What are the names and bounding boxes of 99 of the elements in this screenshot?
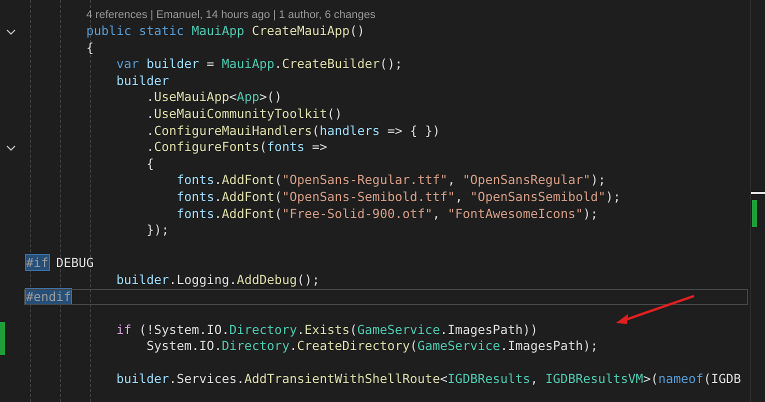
fold-chevron-icon[interactable] xyxy=(6,145,16,152)
type-name: App xyxy=(236,89,260,104)
method-name: AddTransientWithShellRoute xyxy=(244,371,440,386)
type-name: Directory xyxy=(222,338,290,354)
vertical-scrollbar[interactable] xyxy=(750,0,765,402)
code-text: ); xyxy=(606,188,621,204)
code-text: (!System.IO. xyxy=(138,322,230,337)
code-text: (); xyxy=(380,56,402,72)
code-text: }); xyxy=(146,222,170,238)
type-name: GameService xyxy=(417,338,500,354)
code-text: DEBUG xyxy=(55,255,94,270)
code-text: . xyxy=(214,206,222,221)
code-text: . xyxy=(229,272,237,287)
method-name: UseMauiApp xyxy=(154,89,230,104)
code-text: < xyxy=(440,371,448,386)
method-name: ConfigureMauiHandlers xyxy=(154,122,312,138)
code-text: , xyxy=(455,188,464,204)
codelens-link[interactable]: Emanuel, 14 hours ago xyxy=(156,9,270,21)
codelens-link[interactable]: 4 references xyxy=(86,9,148,21)
code-text: ); xyxy=(583,206,598,221)
method-name: CreateDirectory xyxy=(297,338,410,354)
code-text: < xyxy=(229,89,237,104)
code-text: => xyxy=(311,139,328,154)
code-text: , xyxy=(432,206,442,221)
string-literal: "FontAwesomeIcons" xyxy=(448,206,584,221)
variable-name: builder xyxy=(116,72,170,88)
code-text: . xyxy=(146,122,154,138)
code-text: System.IO. xyxy=(146,338,222,354)
code-text: () xyxy=(350,23,365,38)
variable-name: handlers xyxy=(320,122,380,138)
code-text: Logging xyxy=(176,272,230,287)
code-text: . xyxy=(146,89,154,104)
fold-chevron-icon[interactable] xyxy=(6,29,16,35)
code-text: ( xyxy=(274,188,282,204)
code-text: . xyxy=(289,338,297,354)
control-keyword: if xyxy=(116,322,132,337)
code-text: . xyxy=(146,106,154,121)
type-name: IGDBResultsVM xyxy=(545,371,644,386)
code-text: .Services. xyxy=(169,371,244,386)
code-text: . xyxy=(274,56,282,72)
string-literal: "OpenSansRegular" xyxy=(462,172,591,188)
method-name: AddDebug xyxy=(236,272,298,287)
variable-name: builder xyxy=(146,56,200,72)
code-text: => { }) xyxy=(386,122,440,138)
method-name: ConfigureFonts xyxy=(154,139,260,154)
code-text: ( xyxy=(312,122,320,138)
method-name: AddFont xyxy=(222,172,274,188)
keyword: var xyxy=(116,56,140,72)
preprocessor-directive: #endif xyxy=(26,288,72,304)
variable-name: builder xyxy=(116,371,170,386)
code-text: . xyxy=(169,272,177,287)
code-text: . xyxy=(146,139,154,154)
codelens-separator: | xyxy=(273,9,276,21)
method-name: Exists xyxy=(304,322,350,337)
code-text: . xyxy=(296,322,305,337)
method-name: AddFont xyxy=(222,206,274,221)
type-name: MauiApp xyxy=(222,56,274,72)
string-literal: "OpenSansSemibold" xyxy=(470,188,606,204)
codelens-separator: | xyxy=(150,9,154,21)
code-text: >( xyxy=(643,371,658,386)
code-text: ( xyxy=(259,139,267,154)
code-text: ); xyxy=(590,172,606,188)
preprocessor-directive: #if xyxy=(26,255,49,270)
variable-name: fonts xyxy=(176,206,214,221)
code-text: .ImagesPath)) xyxy=(440,322,538,337)
code-text: . xyxy=(214,172,222,188)
code-text: (IGDB xyxy=(703,371,742,386)
code-text: { xyxy=(146,156,154,171)
code-text: { xyxy=(86,40,94,55)
method-name: UseMauiCommunityToolkit xyxy=(154,106,328,121)
method-name: AddFont xyxy=(222,188,274,204)
code-text: ( xyxy=(350,322,358,337)
type-name: IGDBResults xyxy=(448,371,530,386)
code-text: ( xyxy=(410,338,418,354)
type-name: GameService xyxy=(357,322,440,337)
code-text: , xyxy=(530,371,539,386)
code-text: ( xyxy=(274,206,282,221)
code-text: = xyxy=(206,56,216,72)
code-text: .ImagesPath); xyxy=(500,338,598,354)
keyword: nameof xyxy=(658,371,704,386)
variable-name: fonts xyxy=(176,188,214,204)
method-name: CreateMauiApp xyxy=(252,23,350,38)
string-literal: "OpenSans-Semibold.ttf" xyxy=(282,188,456,204)
type-name: MauiApp xyxy=(192,23,246,38)
code-text: (); xyxy=(297,272,320,287)
string-literal: "Free-Solid-900.otf" xyxy=(282,206,432,221)
variable-name: builder xyxy=(116,272,170,287)
type-name: Directory xyxy=(229,322,297,337)
code-text: ( xyxy=(274,172,282,188)
variable-name: fonts xyxy=(176,172,214,188)
codelens-link[interactable]: 1 author, 6 changes xyxy=(278,9,376,21)
method-name: CreateBuilder xyxy=(282,56,380,72)
code-text: . xyxy=(214,188,222,204)
code-text: >() xyxy=(259,89,282,104)
code-text: , xyxy=(448,172,456,188)
code-text: () xyxy=(327,106,342,121)
keyword: public static xyxy=(86,23,186,38)
string-literal: "OpenSans-Regular.ttf" xyxy=(282,172,448,188)
variable-name: fonts xyxy=(266,139,305,154)
